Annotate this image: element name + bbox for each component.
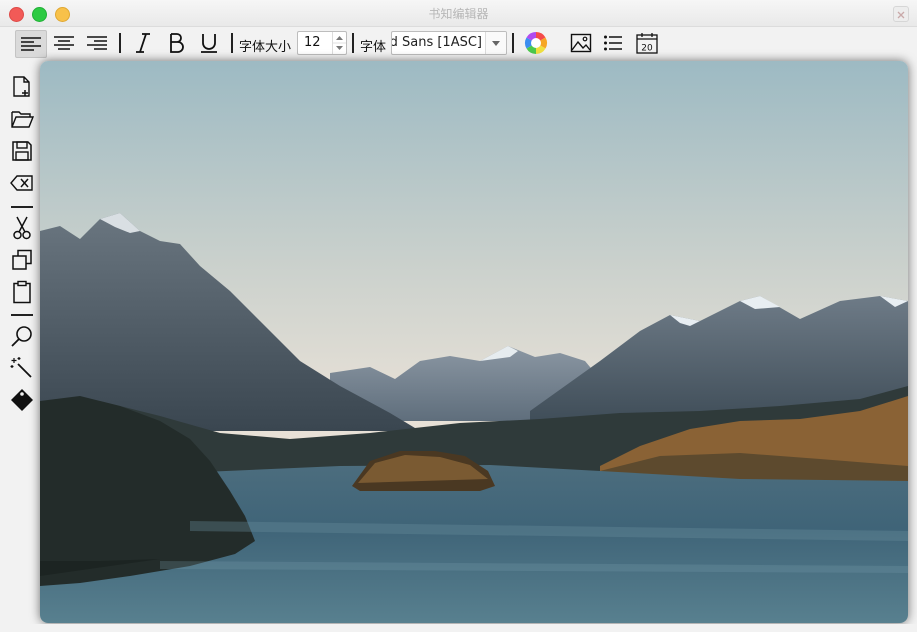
font-size-spinbox[interactable]: 12 bbox=[297, 31, 347, 55]
font-family-combobox[interactable]: oid Sans [1ASC] bbox=[391, 31, 507, 55]
align-center-icon bbox=[54, 36, 74, 50]
align-center-button[interactable] bbox=[51, 30, 77, 56]
bold-icon bbox=[170, 33, 184, 53]
toolbar-separator bbox=[119, 33, 121, 53]
toolbar-separator bbox=[512, 33, 514, 53]
align-left-button[interactable] bbox=[15, 30, 47, 58]
text-color-button[interactable] bbox=[523, 30, 549, 56]
spin-arrows[interactable] bbox=[332, 32, 346, 54]
insert-list-button[interactable] bbox=[600, 30, 626, 56]
font-size-value: 12 bbox=[304, 35, 321, 50]
editor-canvas[interactable] bbox=[40, 61, 908, 623]
toolbar-separator bbox=[352, 33, 354, 53]
image-icon bbox=[570, 33, 592, 53]
save-icon bbox=[12, 141, 32, 161]
toolbar-separator bbox=[231, 33, 233, 53]
clear-button[interactable] bbox=[8, 169, 36, 197]
align-left-icon bbox=[21, 37, 41, 51]
landscape-image bbox=[40, 61, 908, 623]
font-family-value: oid Sans [1ASC] bbox=[392, 35, 482, 50]
paste-icon bbox=[13, 280, 31, 304]
save-button[interactable] bbox=[8, 137, 36, 165]
insert-date-button[interactable]: 20 bbox=[634, 30, 660, 56]
tag-icon bbox=[11, 389, 33, 411]
italic-button[interactable] bbox=[130, 30, 156, 56]
underline-icon bbox=[201, 34, 217, 53]
toolbar: 字体大小 12 字体 oid Sans [1ASC] bbox=[0, 27, 917, 59]
chevron-down-icon[interactable] bbox=[485, 32, 506, 54]
close-x-icon[interactable] bbox=[893, 6, 909, 22]
font-size-label: 字体大小 bbox=[239, 40, 292, 55]
insert-image-button[interactable] bbox=[568, 30, 594, 56]
calendar-icon: 20 bbox=[636, 33, 658, 54]
calendar-day: 20 bbox=[641, 44, 653, 54]
search-button[interactable] bbox=[8, 322, 36, 350]
tag-button[interactable] bbox=[8, 386, 36, 414]
new-file-button[interactable] bbox=[8, 73, 36, 101]
title-bar: 书知编辑器 bbox=[0, 0, 917, 27]
status-strip bbox=[0, 624, 917, 632]
magic-wand-button[interactable] bbox=[8, 354, 36, 382]
sidebar-separator bbox=[11, 314, 33, 316]
paste-button[interactable] bbox=[8, 278, 36, 306]
align-right-icon bbox=[87, 36, 107, 50]
list-icon bbox=[604, 35, 622, 51]
font-family-label: 字体 bbox=[360, 40, 387, 55]
bold-button[interactable] bbox=[163, 30, 189, 56]
open-file-button[interactable] bbox=[8, 105, 36, 133]
open-folder-icon bbox=[11, 111, 34, 128]
underline-button[interactable] bbox=[196, 30, 222, 56]
copy-button[interactable] bbox=[8, 246, 36, 274]
color-wheel-icon bbox=[525, 32, 547, 54]
italic-icon bbox=[136, 33, 150, 53]
align-right-button[interactable] bbox=[84, 30, 110, 56]
sidebar-separator bbox=[11, 206, 33, 208]
app-window: 书知编辑器 字体大小 12 字体 Sans [1ASC] 20 bbox=[0, 0, 917, 632]
copy-icon bbox=[12, 249, 32, 270]
left-sidebar bbox=[0, 60, 40, 632]
clear-icon bbox=[10, 175, 33, 191]
new-file-icon bbox=[13, 76, 30, 97]
cut-icon bbox=[13, 216, 31, 240]
search-icon bbox=[11, 326, 32, 347]
window-title: 书知编辑器 bbox=[428, 7, 489, 21]
cut-button[interactable] bbox=[8, 214, 36, 242]
magic-wand-icon bbox=[10, 357, 32, 378]
